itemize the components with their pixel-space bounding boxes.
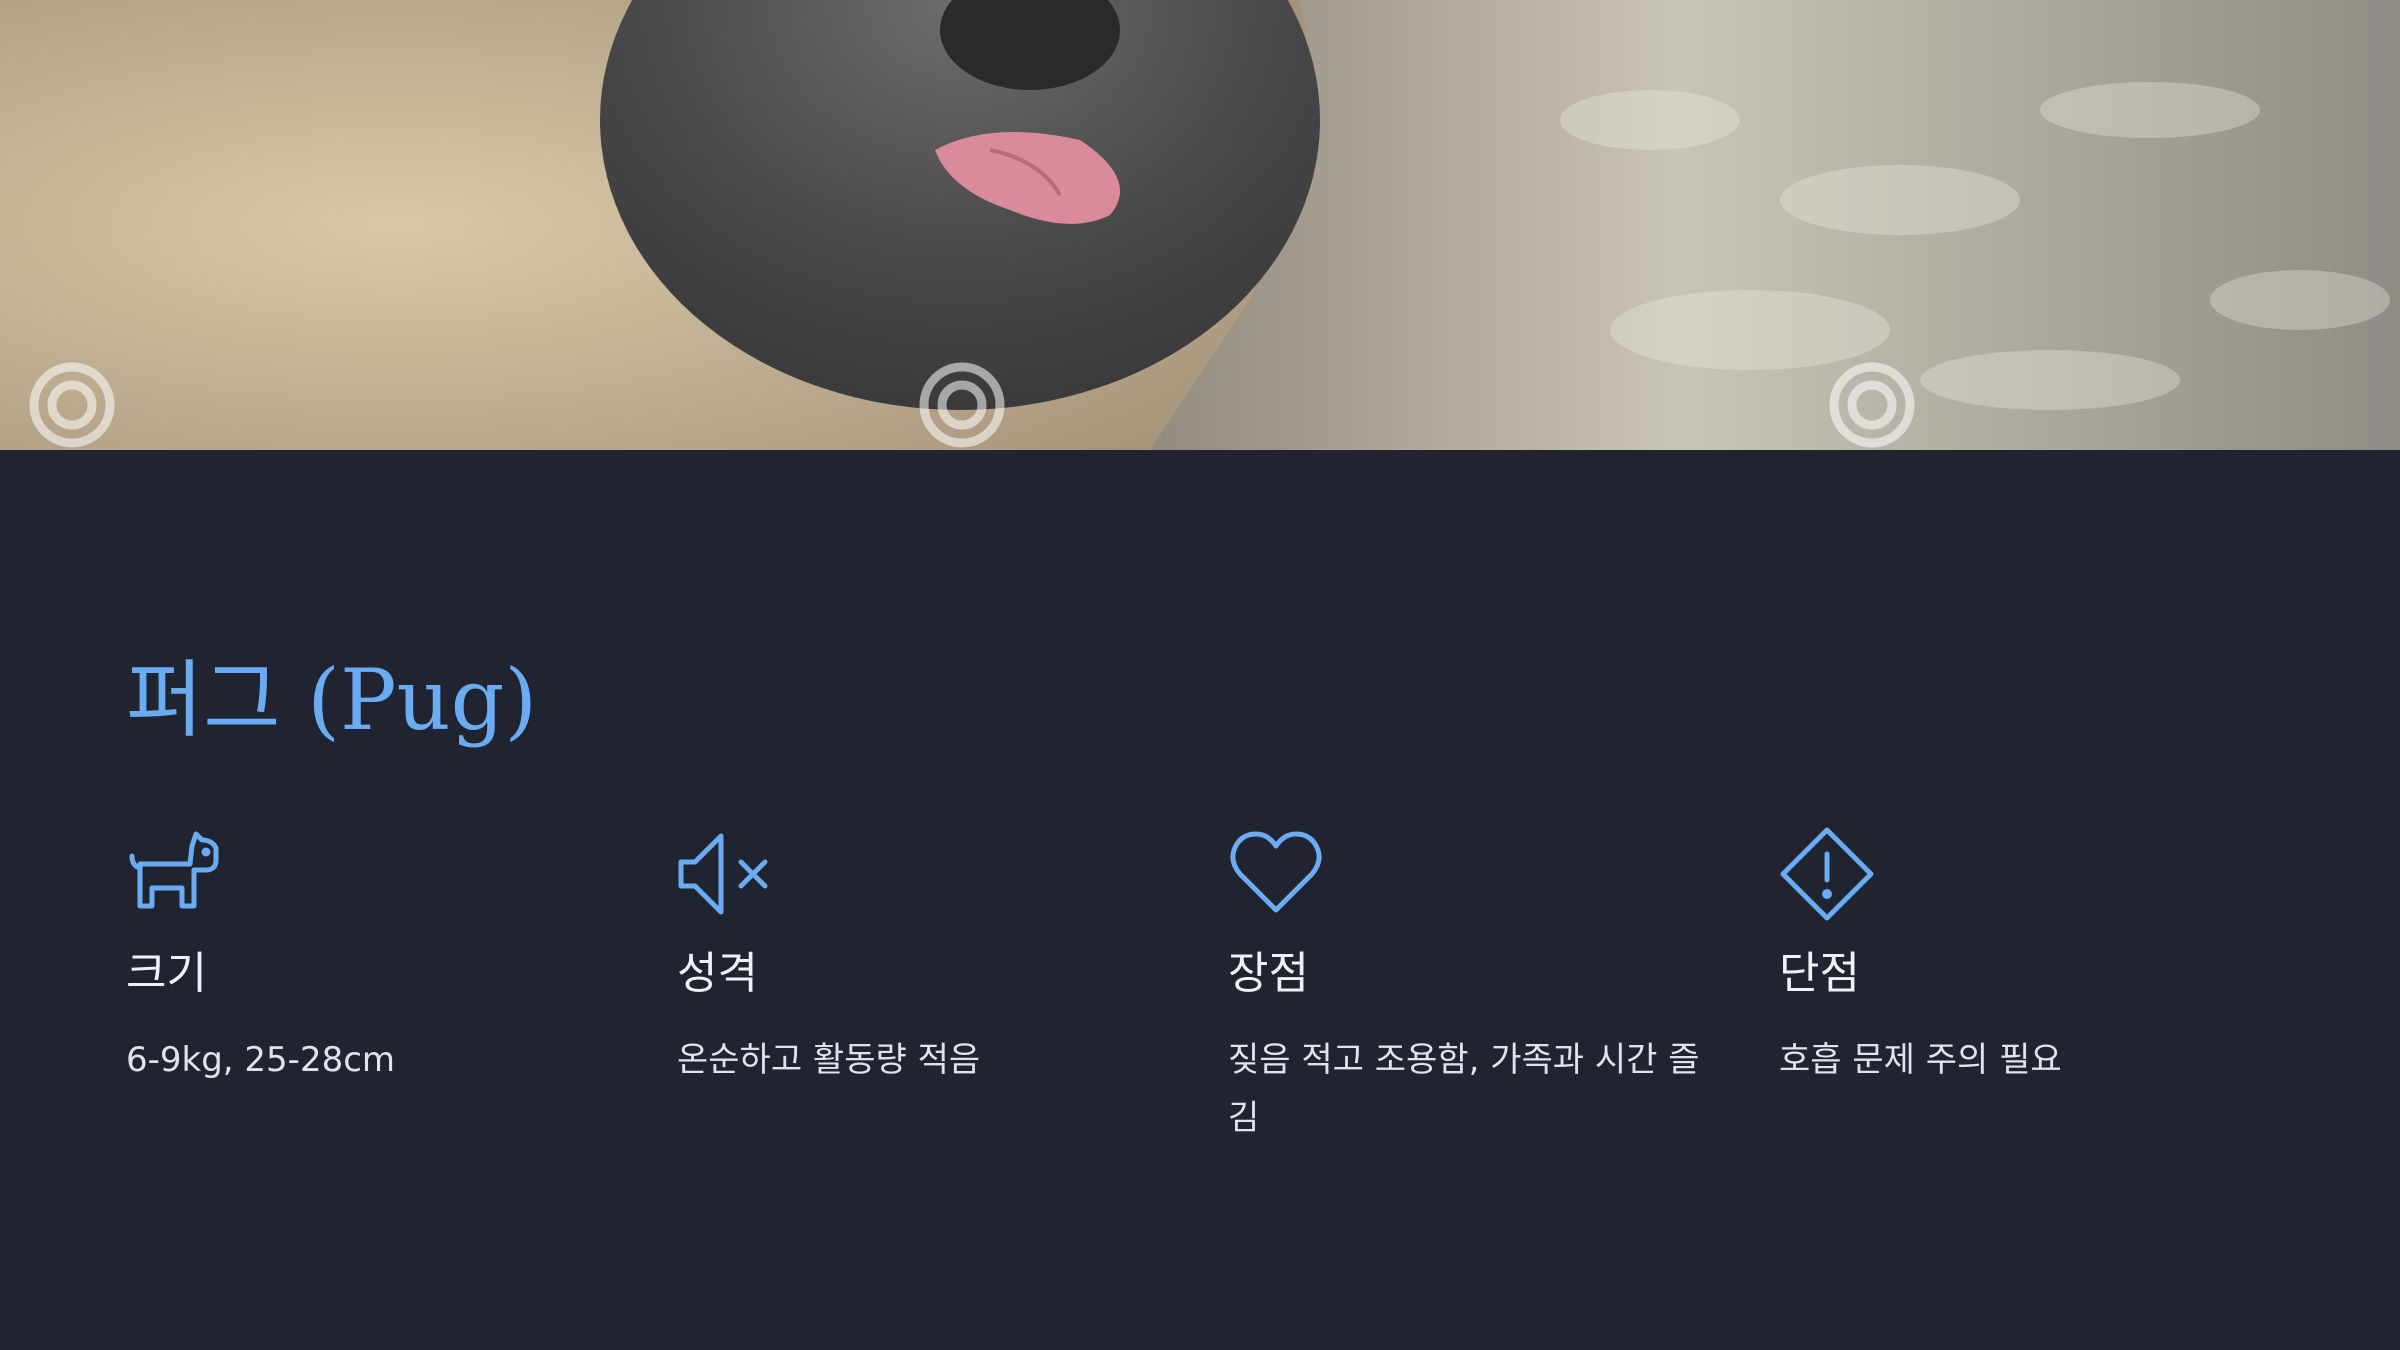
feature-list: 크기 6-9kg, 25-28cm 성격 온순하고 활동량 적음 장점 짖음 적… [126, 826, 2274, 1146]
feature-label: 크기 [126, 948, 207, 999]
feature-label: 단점 [1779, 948, 1860, 999]
feature-desc: 호흡 문제 주의 필요 [1779, 1040, 2062, 1080]
feature-pros: 장점 짖음 적고 조용함, 가족과 시간 즐김 [1228, 826, 1748, 1138]
hero-photo [0, 0, 2400, 450]
feature-desc: 짖음 적고 조용함, 가족과 시간 즐김 [1228, 1040, 1700, 1138]
feature-cons: 단점 호흡 문제 주의 필요 [1779, 826, 2299, 1080]
breed-title: 퍼그 (Pug) [126, 651, 538, 749]
dog-icon [126, 826, 222, 922]
heart-icon [1228, 826, 1324, 922]
feature-size: 크기 6-9kg, 25-28cm [126, 826, 646, 1080]
feature-label: 장점 [1228, 948, 1309, 999]
slide: 퍼그 (Pug) 크기 6-9kg, 25-28cm 성격 온순하고 활동량 적… [0, 0, 2400, 1350]
volume-mute-icon [677, 826, 773, 922]
warning-diamond-icon [1779, 826, 1875, 922]
feature-desc: 6-9kg, 25-28cm [126, 1040, 396, 1080]
feature-temperament: 성격 온순하고 활동량 적음 [677, 826, 1197, 1080]
breed-info: 퍼그 (Pug) 크기 6-9kg, 25-28cm 성격 온순하고 활동량 적… [126, 450, 2274, 1350]
feature-desc: 온순하고 활동량 적음 [677, 1040, 981, 1080]
feature-label: 성격 [677, 948, 758, 999]
